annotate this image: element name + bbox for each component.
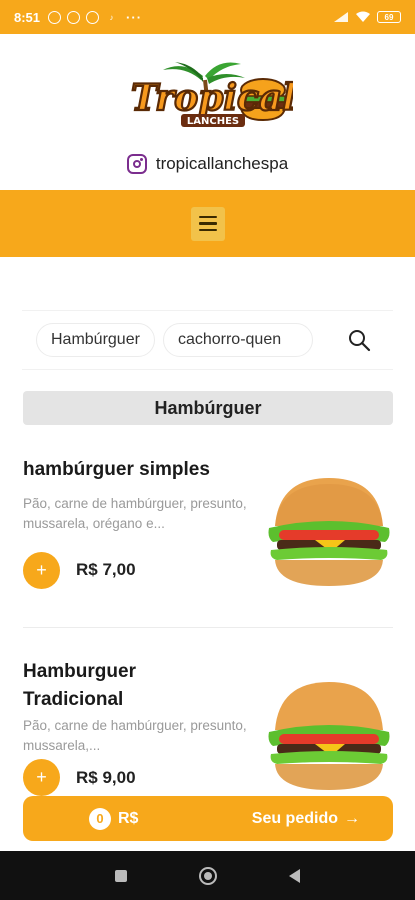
logo-subtext: LANCHES	[186, 116, 238, 127]
product-card[interactable]: hambúrguer simples Pão, carne de hambúrg…	[23, 456, 393, 606]
battery-icon: 69	[377, 11, 401, 23]
your-order-label: Seu pedido	[251, 809, 338, 827]
burger-image	[268, 478, 390, 586]
recent-apps-icon[interactable]	[115, 869, 127, 882]
product-name: Hamburguer Tradicional	[23, 661, 136, 710]
home-icon[interactable]	[199, 866, 217, 885]
order-summary-bar[interactable]: 0 R$ Seu pedido →	[23, 796, 393, 841]
hamburger-menu-icon[interactable]	[190, 206, 225, 241]
section-title: Hambúrguer	[23, 391, 393, 425]
product-price: R$ 9,00	[76, 768, 136, 787]
instagram-handle: tropicallanchespa	[155, 154, 289, 173]
status-bar: 8:51 ♪ ··· 69	[0, 0, 415, 34]
instagram-notification-icon	[67, 10, 81, 24]
more-notifications-indicator: ···	[126, 9, 143, 25]
cart-count-badge: 0	[89, 807, 111, 830]
instagram-link[interactable]: tropicallanchespa	[0, 154, 415, 174]
brand-logo-area: Tropical LANCHES	[0, 58, 415, 148]
instagram-icon	[126, 154, 147, 174]
wifi-icon	[356, 11, 370, 22]
product-description: Pão, carne de hambúrguer, presunto, muss…	[23, 718, 247, 753]
add-to-cart-button[interactable]: +	[23, 759, 60, 796]
tiktok-notification-icon: ♪	[109, 12, 114, 22]
cart-total: R$	[118, 809, 139, 827]
status-right: 69	[333, 11, 401, 23]
status-time: 8:51	[14, 9, 41, 25]
signal-icon	[334, 12, 348, 22]
notification-icon	[48, 10, 62, 24]
back-icon[interactable]	[289, 868, 300, 883]
search-icon[interactable]	[347, 328, 371, 352]
arrow-right-icon: →	[344, 809, 360, 827]
category-chips: Hambúrguer cachorro-quen	[22, 310, 393, 370]
status-notification-icons: ♪	[48, 10, 118, 24]
logo-wordmark: Tropical	[131, 77, 293, 119]
system-nav-bar	[0, 851, 415, 900]
tropical-lanches-logo: Tropical LANCHES	[129, 62, 293, 127]
product-card[interactable]: Hamburguer Tradicional Pão, carne de ham…	[23, 658, 393, 798]
product-description: Pão, carne de hambúrguer, presunto, muss…	[23, 496, 247, 531]
your-order-button[interactable]: Seu pedido →	[252, 810, 360, 828]
add-to-cart-button[interactable]: +	[23, 552, 60, 589]
burger-image	[268, 682, 390, 790]
category-chip[interactable]: cachorro-quen	[162, 323, 313, 357]
pinterest-notification-icon	[86, 10, 100, 24]
product-price: R$ 7,00	[76, 560, 136, 579]
category-chip[interactable]: Hambúrguer	[36, 323, 155, 357]
product-divider	[23, 627, 393, 628]
nav-bar	[0, 190, 415, 257]
product-name: hambúrguer simples	[23, 459, 210, 480]
